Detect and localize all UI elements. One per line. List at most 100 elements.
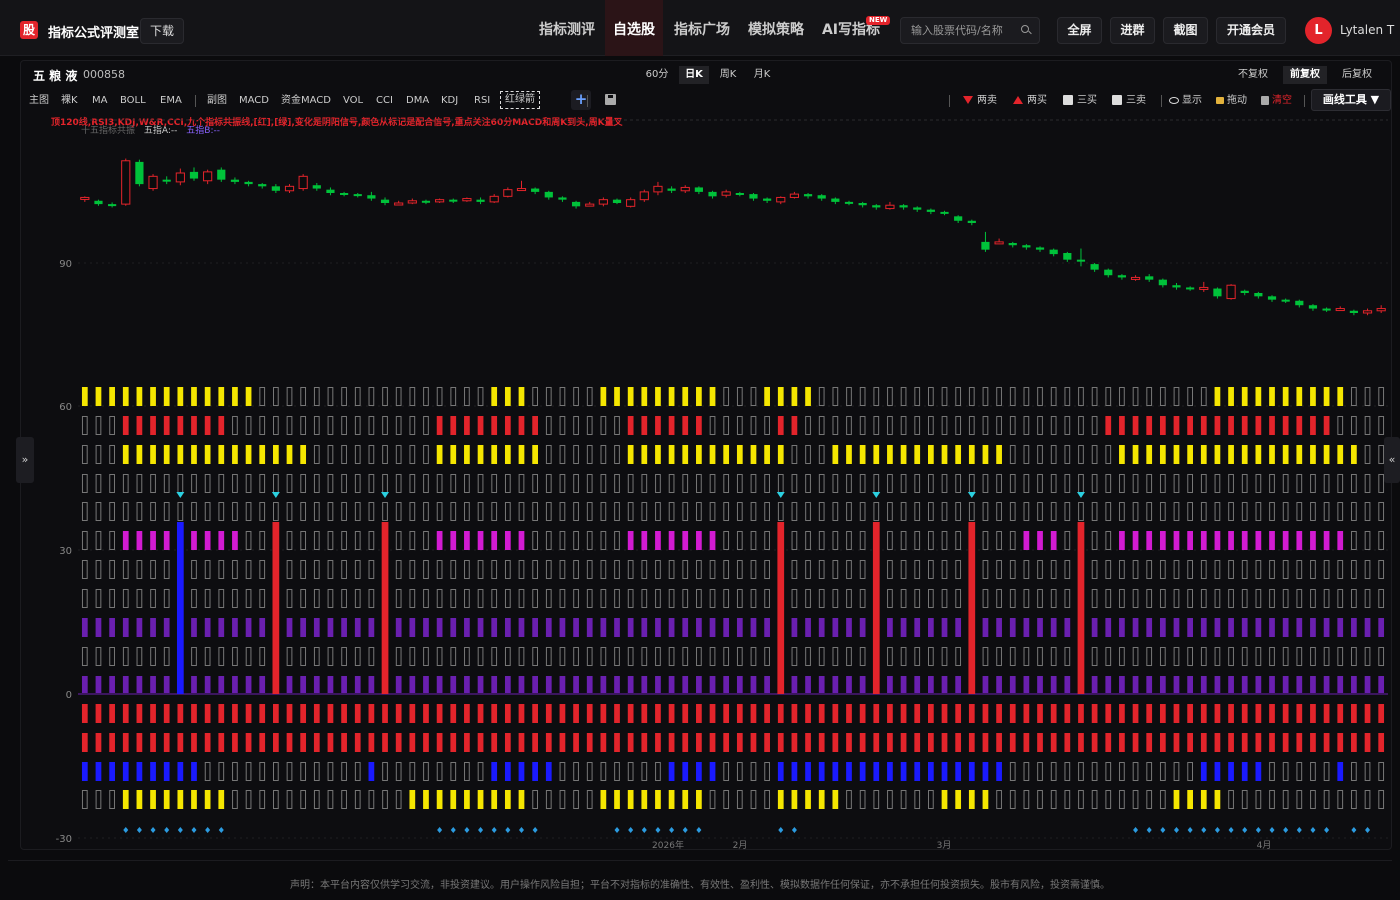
indicator-bar — [1269, 704, 1275, 723]
indicator-bar — [655, 445, 661, 464]
indicator-bar — [1282, 618, 1289, 637]
indicator-bar — [368, 704, 375, 723]
indicator-bar — [1323, 531, 1330, 550]
indicator-cell — [81, 589, 88, 608]
right-collapse-handle[interactable]: « — [1384, 437, 1400, 483]
indicator-cell — [818, 589, 825, 608]
indicator-cell — [1091, 647, 1098, 666]
indicator-cell — [586, 502, 593, 521]
indicator-bar — [218, 676, 225, 693]
indicator-bar — [409, 790, 416, 809]
indicator-cell — [313, 387, 320, 406]
diamond-marker-icon — [437, 827, 443, 833]
indicator-bar — [300, 733, 307, 752]
indicator-bar — [805, 704, 811, 723]
indicator-bar — [163, 618, 170, 637]
left-collapse-handle[interactable]: » — [16, 437, 34, 483]
indicator-bar — [504, 790, 511, 809]
indicator-bar — [1228, 445, 1234, 464]
indicator-bar — [395, 618, 402, 637]
indicator-bar — [341, 676, 347, 693]
indicator-bar — [682, 387, 689, 406]
indicator-bar — [900, 762, 907, 781]
indicator-bar — [1146, 676, 1153, 693]
indicator-cell — [300, 790, 307, 809]
indicator-cell — [395, 387, 402, 406]
indicator-bar — [450, 416, 457, 435]
indicator-cell — [1200, 502, 1207, 521]
indicator-bar — [436, 676, 443, 693]
indicator-bar — [232, 676, 238, 693]
indicator-cell — [641, 762, 648, 781]
indicator-bar — [1228, 387, 1234, 406]
indicator-cell — [1282, 790, 1289, 809]
indicator-cell — [668, 502, 675, 521]
indicator-bar — [436, 531, 443, 550]
indicator-cell — [341, 416, 347, 435]
indicator-cell — [286, 502, 293, 521]
indicator-bar — [900, 676, 907, 693]
diamond-marker-icon — [614, 827, 620, 833]
indicator-cell — [163, 560, 170, 579]
candle-body — [1104, 269, 1113, 276]
indicator-cell — [1064, 416, 1071, 435]
indicator-bar — [1337, 762, 1344, 781]
indicator-bar — [955, 733, 962, 752]
indicator-bar — [1159, 531, 1166, 550]
indicator-bar — [709, 762, 716, 781]
indicator-bar — [1200, 531, 1207, 550]
indicator-bar — [504, 445, 511, 464]
indicator-cell — [1187, 474, 1194, 493]
indicator-bar — [641, 618, 648, 637]
diamond-marker-icon — [669, 827, 675, 833]
indicator-cell — [122, 560, 129, 579]
x-tick-label: 2026年 — [652, 839, 684, 851]
indicator-cell — [81, 502, 88, 521]
indicator-bar — [873, 762, 880, 781]
indicator-bar — [122, 704, 129, 723]
indicator-cell — [341, 445, 347, 464]
indicator-bar — [1091, 676, 1098, 693]
indicator-cell — [736, 502, 743, 521]
indicator-bar — [600, 733, 607, 752]
indicator-bar — [968, 445, 975, 464]
indicator-bar — [655, 676, 661, 693]
indicator-cell — [1091, 445, 1098, 464]
indicator-cell — [818, 560, 825, 579]
indicator-cell — [1159, 387, 1166, 406]
indicator-bar — [859, 676, 866, 693]
indicator-bar — [927, 704, 934, 723]
indicator-bar — [368, 762, 375, 781]
indicator-bar — [341, 733, 347, 752]
indicator-bar — [709, 704, 716, 723]
diamond-marker-icon — [655, 827, 661, 833]
signal-arrow-icon — [967, 492, 976, 498]
indicator-bar — [122, 618, 129, 637]
indicator-cell — [545, 445, 552, 464]
indicator-cell — [614, 589, 620, 608]
indicator-cell — [95, 531, 102, 550]
signal-arrow-icon — [381, 492, 390, 498]
indicator-bar — [368, 676, 375, 693]
candlestick-chart[interactable]: 9060300-302026年 2月 3月 4月 — [0, 0, 1400, 860]
indicator-bar — [1187, 531, 1194, 550]
indicator-bar — [723, 733, 730, 752]
indicator-bar — [750, 618, 757, 637]
indicator-bar — [477, 618, 484, 637]
indicator-cell — [545, 531, 552, 550]
indicator-cell — [1064, 531, 1071, 550]
candle-body — [749, 194, 758, 199]
indicator-cell — [272, 502, 279, 521]
indicator-cell — [1078, 502, 1084, 521]
indicator-bar — [887, 704, 893, 723]
indicator-bar — [191, 531, 197, 550]
indicator-bar — [791, 387, 798, 406]
indicator-cell — [750, 560, 757, 579]
indicator-cell — [1241, 502, 1248, 521]
indicator-bar — [764, 676, 770, 693]
indicator-cell — [818, 445, 825, 464]
indicator-cell — [368, 647, 375, 666]
indicator-bar — [177, 416, 184, 435]
indicator-cell — [764, 560, 770, 579]
candle-body — [1335, 308, 1345, 312]
